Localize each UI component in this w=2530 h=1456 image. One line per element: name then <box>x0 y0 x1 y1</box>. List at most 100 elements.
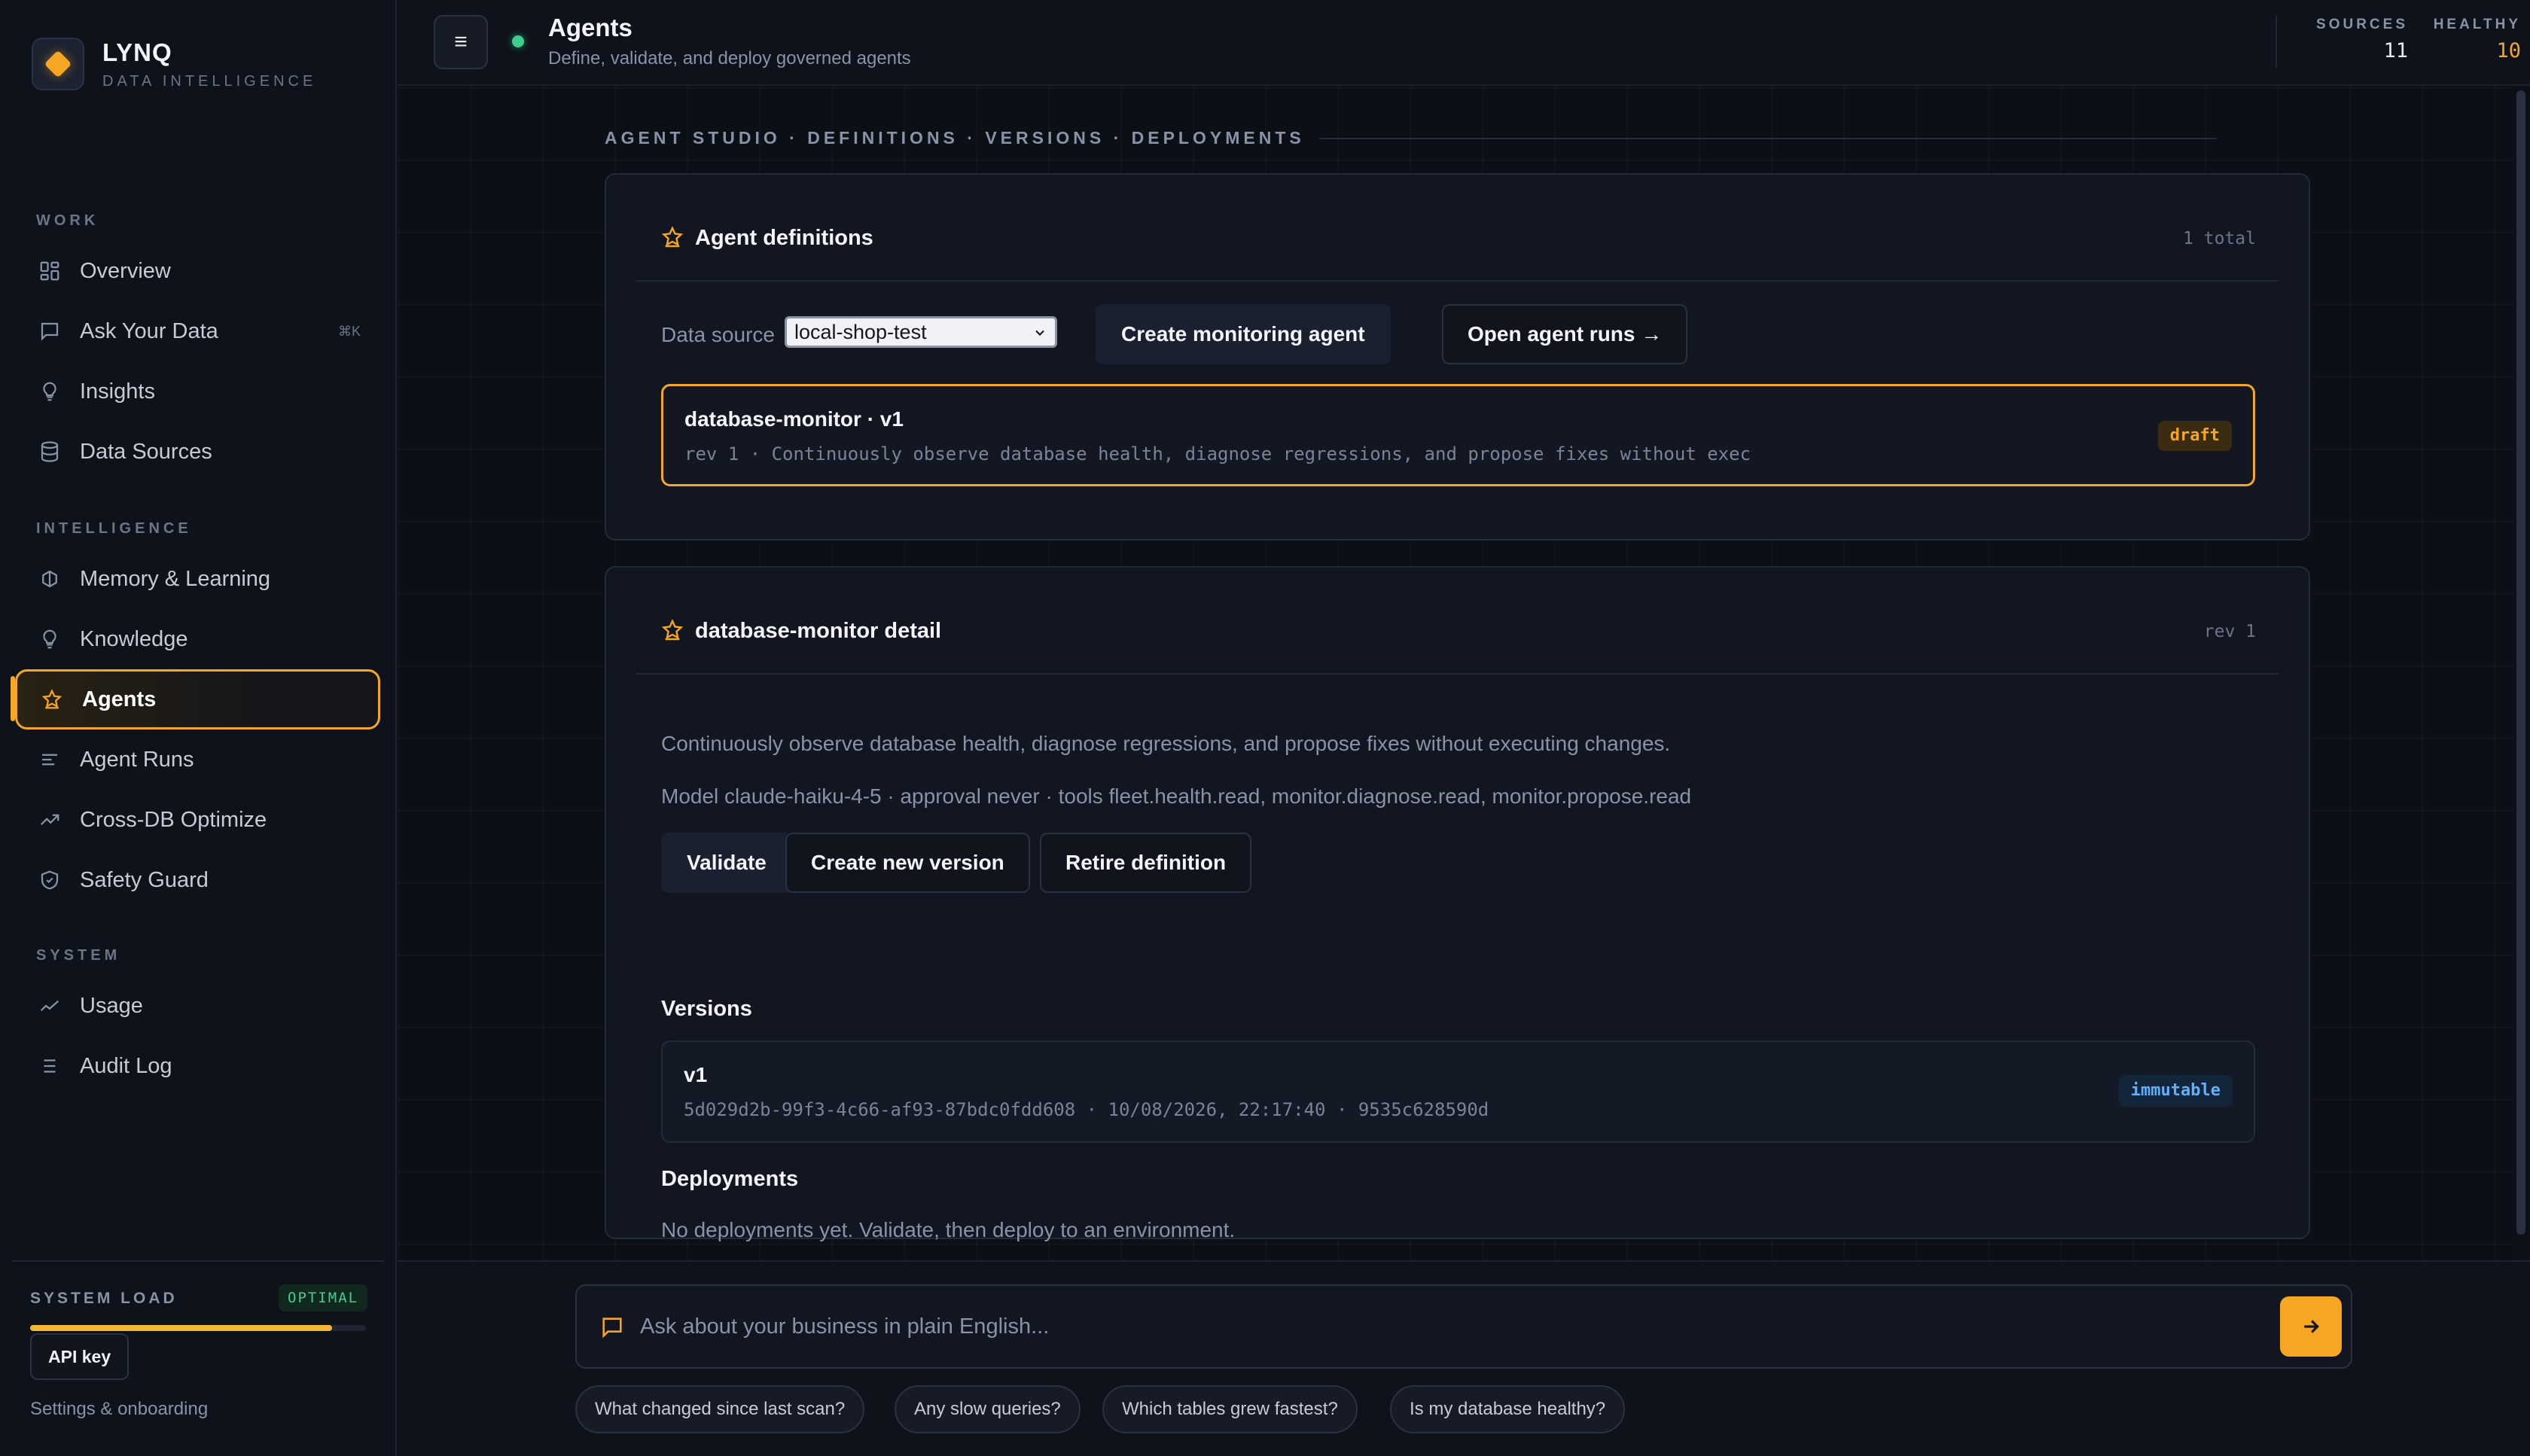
data-source-label: Data source <box>661 323 775 346</box>
sidebar-item-ask-your-data[interactable]: Ask Your Data ⌘K <box>15 301 380 361</box>
deployments-empty-message: No deployments yet. Validate, then deplo… <box>661 1218 1236 1241</box>
card-header: Agent definitions 1 total <box>636 175 2279 282</box>
system-load-status-badge: OPTIMAL <box>279 1284 368 1311</box>
breadcrumb-text: AGENT STUDIO · DEFINITIONS · VERSIONS · … <box>605 128 1305 148</box>
sidebar-item-safety-guard[interactable]: Safety Guard <box>15 850 380 910</box>
ask-bar: What changed since last scan? Any slow q… <box>398 1260 2530 1456</box>
database-icon <box>38 440 62 464</box>
validate-button[interactable]: Validate <box>661 833 792 893</box>
brand[interactable]: LYNQ DATA INTELLIGENCE <box>32 38 316 90</box>
settings-onboarding-link[interactable]: Settings & onboarding <box>30 1399 208 1420</box>
status-badge: draft <box>2157 421 2232 451</box>
stat-value: 10 <box>2496 39 2521 62</box>
sidebar-item-usage[interactable]: Usage <box>15 976 380 1036</box>
sidebar-item-audit-log[interactable]: Audit Log <box>15 1036 380 1096</box>
revision-label: rev 1 <box>2203 622 2256 641</box>
breadcrumb: AGENT STUDIO · DEFINITIONS · VERSIONS · … <box>605 128 2216 148</box>
version-meta: 5d029d2b-99f3-4c66-af93-87bdc0fdd608 · 1… <box>684 1099 1489 1120</box>
sidebar-item-label: Knowledge <box>80 626 188 651</box>
main-content: AGENT STUDIO · DEFINITIONS · VERSIONS · … <box>398 87 2513 1260</box>
card-title: Agent definitions <box>695 226 873 250</box>
sidebar-item-label: Safety Guard <box>80 867 209 892</box>
nav-heading-intelligence: INTELLIGENCE <box>36 520 192 537</box>
sidebar-item-label: Insights <box>80 379 155 404</box>
sidebar-item-cross-db-optimize[interactable]: Cross-DB Optimize <box>15 790 380 850</box>
nav-work-items: Overview Ask Your Data ⌘K Insights Data … <box>0 241 397 482</box>
retire-definition-button[interactable]: Retire definition <box>1040 833 1252 893</box>
sidebar-item-label: Ask Your Data <box>80 318 218 343</box>
system-load-bar <box>30 1325 366 1331</box>
version-row[interactable]: v1 5d029d2b-99f3-4c66-af93-87bdc0fdd608 … <box>661 1040 2255 1143</box>
data-source-select[interactable]: local-shop-test <box>785 316 1057 348</box>
sidebar: LYNQ DATA INTELLIGENCE WORK Overview Ask… <box>0 0 397 1456</box>
immutable-badge: immutable <box>2118 1075 2233 1107</box>
sidebar-item-insights[interactable]: Insights <box>15 361 380 422</box>
list-icon <box>38 748 62 772</box>
system-load-fill <box>30 1325 333 1331</box>
diamond-logo-icon <box>44 50 72 78</box>
grid-icon <box>38 259 62 283</box>
sidebar-item-label: Usage <box>80 993 143 1018</box>
brand-subtitle: DATA INTELLIGENCE <box>102 72 317 90</box>
agent-detail-card: database-monitor detail rev 1 Continuous… <box>605 566 2310 1241</box>
shield-icon <box>38 868 62 892</box>
sidebar-item-memory-learning[interactable]: Memory & Learning <box>15 549 380 609</box>
sidebar-item-label: Audit Log <box>80 1053 172 1078</box>
sidebar-item-agent-runs[interactable]: Agent Runs <box>15 730 380 790</box>
stat-sources: SOURCES 11 <box>2303 17 2408 62</box>
send-button[interactable] <box>2280 1296 2342 1357</box>
sidebar-item-label: Agent Runs <box>80 747 194 772</box>
data-source-value: local-shop-test <box>794 321 927 343</box>
sidebar-item-label: Cross-DB Optimize <box>80 807 267 832</box>
sidebar-item-label: Data Sources <box>80 439 212 464</box>
active-indicator <box>11 676 15 721</box>
suggestion-chip[interactable]: Which tables grew fastest? <box>1102 1385 1358 1433</box>
nav-heading-work: WORK <box>36 212 99 229</box>
nav-intelligence-items: Memory & Learning Knowledge Agents Agent… <box>0 549 397 910</box>
breadcrumb-rule <box>1319 137 2216 139</box>
definition-name: database-monitor · v1 <box>684 407 904 431</box>
create-monitoring-agent-button[interactable]: Create monitoring agent <box>1096 304 1391 364</box>
shortcut-hint: ⌘K <box>337 323 361 339</box>
stat-key: SOURCES <box>2316 17 2408 32</box>
suggestion-chip[interactable]: Any slow queries? <box>895 1385 1081 1433</box>
divider <box>2275 15 2277 68</box>
arrow-right-icon <box>2304 1320 2319 1333</box>
open-agent-runs-button[interactable]: Open agent runs → <box>1442 304 1688 364</box>
suggestion-chip[interactable]: Is my database healthy? <box>1390 1385 1626 1433</box>
lightbulb-icon <box>38 627 62 651</box>
sidebar-item-label: Overview <box>80 258 171 283</box>
star-icon <box>661 619 684 641</box>
brand-name: LYNQ <box>102 38 172 66</box>
stat-healthy: HEALTHY 10 <box>2416 17 2521 62</box>
create-new-version-button[interactable]: Create new version <box>785 833 1030 893</box>
menu-list-icon <box>38 1054 62 1078</box>
divider <box>12 1260 384 1262</box>
version-name: v1 <box>684 1063 708 1086</box>
sidebar-item-knowledge[interactable]: Knowledge <box>15 609 380 669</box>
nav-section-intelligence: INTELLIGENCE <box>0 517 397 540</box>
ask-input[interactable] <box>640 1304 2221 1349</box>
chart-line-icon <box>38 994 62 1018</box>
agent-definitions-card: Agent definitions 1 total Data source lo… <box>605 173 2310 541</box>
definition-row[interactable]: database-monitor · v1 rev 1 · Continuous… <box>661 384 2255 486</box>
menu-toggle-button[interactable]: ≡ <box>434 15 488 69</box>
suggestion-chip[interactable]: What changed since last scan? <box>575 1385 865 1433</box>
agent-description: Continuously observe database health, di… <box>661 732 1671 755</box>
nav-section-system: SYSTEM <box>0 944 397 967</box>
star-icon <box>661 226 684 248</box>
page-subtitle: Define, validate, and deploy governed ag… <box>548 48 911 69</box>
star-icon <box>40 687 64 711</box>
sidebar-item-agents[interactable]: Agents <box>15 669 380 730</box>
nav-section-work: WORK <box>0 209 397 232</box>
sidebar-item-overview[interactable]: Overview <box>15 241 380 301</box>
prompt-box <box>575 1284 2352 1369</box>
brain-icon <box>38 567 62 591</box>
card-title: database-monitor detail <box>695 619 942 643</box>
versions-heading: Versions <box>661 997 752 1021</box>
scrollbar[interactable] <box>2516 90 2525 1235</box>
hamburger-icon: ≡ <box>454 29 468 54</box>
api-key-button[interactable]: API key <box>30 1333 130 1380</box>
sidebar-item-data-sources[interactable]: Data Sources <box>15 422 380 482</box>
sidebar-item-label: Agents <box>82 687 157 711</box>
